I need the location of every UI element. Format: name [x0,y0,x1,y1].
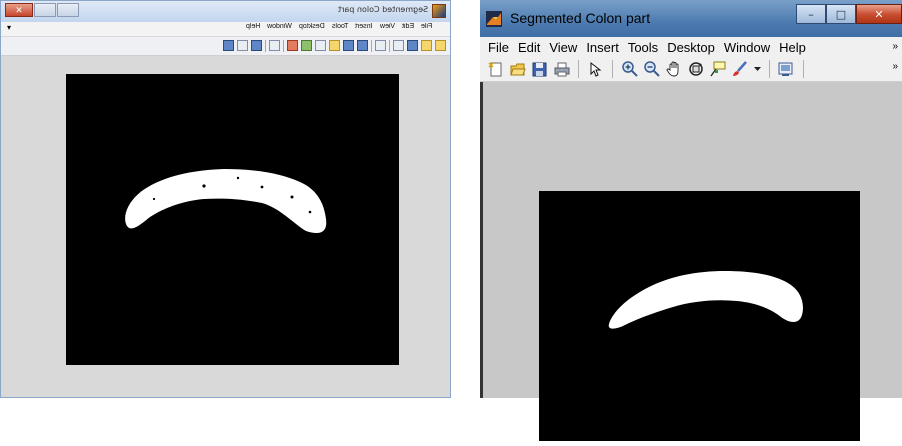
data-cursor-icon[interactable] [709,61,726,78]
figure-area [480,82,902,441]
close-button[interactable]: ✕ [856,4,902,24]
zoom-in-icon[interactable] [621,61,638,78]
menu-edit[interactable]: Edit [518,40,540,55]
figure-toolbar [1,37,450,56]
menu-file[interactable]: File [421,23,432,30]
menu-window[interactable]: Window [724,40,770,55]
toolbar-separator [389,40,390,52]
print-icon[interactable] [553,61,570,78]
title-bar[interactable]: Segmented Colon part – □ ✕ [480,0,902,37]
zoom-out-icon[interactable] [343,40,354,51]
open-file-icon[interactable] [509,61,526,78]
pointer-icon[interactable] [587,61,604,78]
menu-help[interactable]: Help [246,23,260,30]
menu-insert[interactable]: Insert [355,23,373,30]
rotate-3d-icon[interactable] [315,40,326,51]
rotate-3d-icon[interactable] [687,61,704,78]
segmented-colon-region [608,271,803,329]
toolbar-separator [578,60,579,78]
close-button[interactable]: ✕ [5,3,33,17]
toolbar-separator [769,60,770,78]
caption-buttons: – □ ✕ [796,4,902,24]
window-title: Segmented Colon part [337,5,428,14]
menu-bar: ▾ File Edit View Insert Tools Desktop Wi… [1,22,450,37]
matlab-icon [486,11,502,27]
menu-view[interactable]: View [549,40,577,55]
toolbar-separator [283,40,284,52]
minimize-button[interactable] [57,3,79,17]
menu-window[interactable]: Window [267,23,292,30]
toolbar-separator [265,40,266,52]
toolbar-separator [371,40,372,52]
data-cursor-icon[interactable] [301,40,312,51]
show-plot-tools-icon[interactable] [223,40,234,51]
title-bar[interactable]: ✕ Segmented Colon part [1,1,450,22]
segmented-colon-image [608,271,803,329]
caption-buttons: ✕ [5,3,79,17]
figure-toolbar: » [480,57,902,82]
menu-overflow-icon[interactable]: » [892,41,898,52]
menu-tools[interactable]: Tools [332,23,348,30]
new-figure-icon[interactable] [487,61,504,78]
menu-edit[interactable]: Edit [402,23,414,30]
toolbar-overflow-icon[interactable]: » [892,61,898,72]
menu-bar: File Edit View Insert Tools Desktop Wind… [480,37,902,57]
window-title: Segmented Colon part [510,10,651,26]
pan-hand-icon[interactable] [665,61,682,78]
menu-help[interactable]: Help [779,40,806,55]
colorbar-icon[interactable] [778,61,795,78]
menu-view[interactable]: View [380,23,395,30]
save-icon[interactable] [531,61,548,78]
colorbar-icon[interactable] [269,40,280,51]
hide-plot-tools-icon[interactable] [237,40,248,51]
menu-file[interactable]: File [488,40,509,55]
legend-icon[interactable] [251,40,262,51]
zoom-out-icon[interactable] [643,61,660,78]
toolbar-separator [803,60,804,78]
maximize-button[interactable] [34,3,56,17]
pointer-icon[interactable] [375,40,386,51]
brush-dropdown-icon[interactable] [753,61,761,78]
left-figure-window: ✕ Segmented Colon part ▾ File Edit View … [0,0,451,398]
segmented-colon-region [125,169,327,234]
pan-hand-icon[interactable] [329,40,340,51]
segmented-image-axes [66,74,399,365]
maximize-button[interactable]: □ [826,4,856,24]
open-file-icon[interactable] [421,40,432,51]
minimize-button[interactable]: – [796,4,826,24]
new-figure-icon[interactable] [435,40,446,51]
zoom-in-icon[interactable] [357,40,368,51]
save-icon[interactable] [407,40,418,51]
menu-desktop[interactable]: Desktop [299,23,325,30]
brush-icon[interactable] [287,40,298,51]
menu-insert[interactable]: Insert [586,40,619,55]
matlab-icon [432,4,446,18]
print-icon[interactable] [393,40,404,51]
segmented-image-axes [539,191,860,441]
menu-desktop[interactable]: Desktop [667,40,715,55]
toolbar-separator [612,60,613,78]
segmented-colon-image [125,169,327,234]
brush-icon[interactable] [731,61,748,78]
menu-overflow-icon[interactable]: ▾ [7,23,11,32]
right-figure-window: Segmented Colon part – □ ✕ File Edit Vie… [480,0,902,441]
menu-tools[interactable]: Tools [628,40,658,55]
